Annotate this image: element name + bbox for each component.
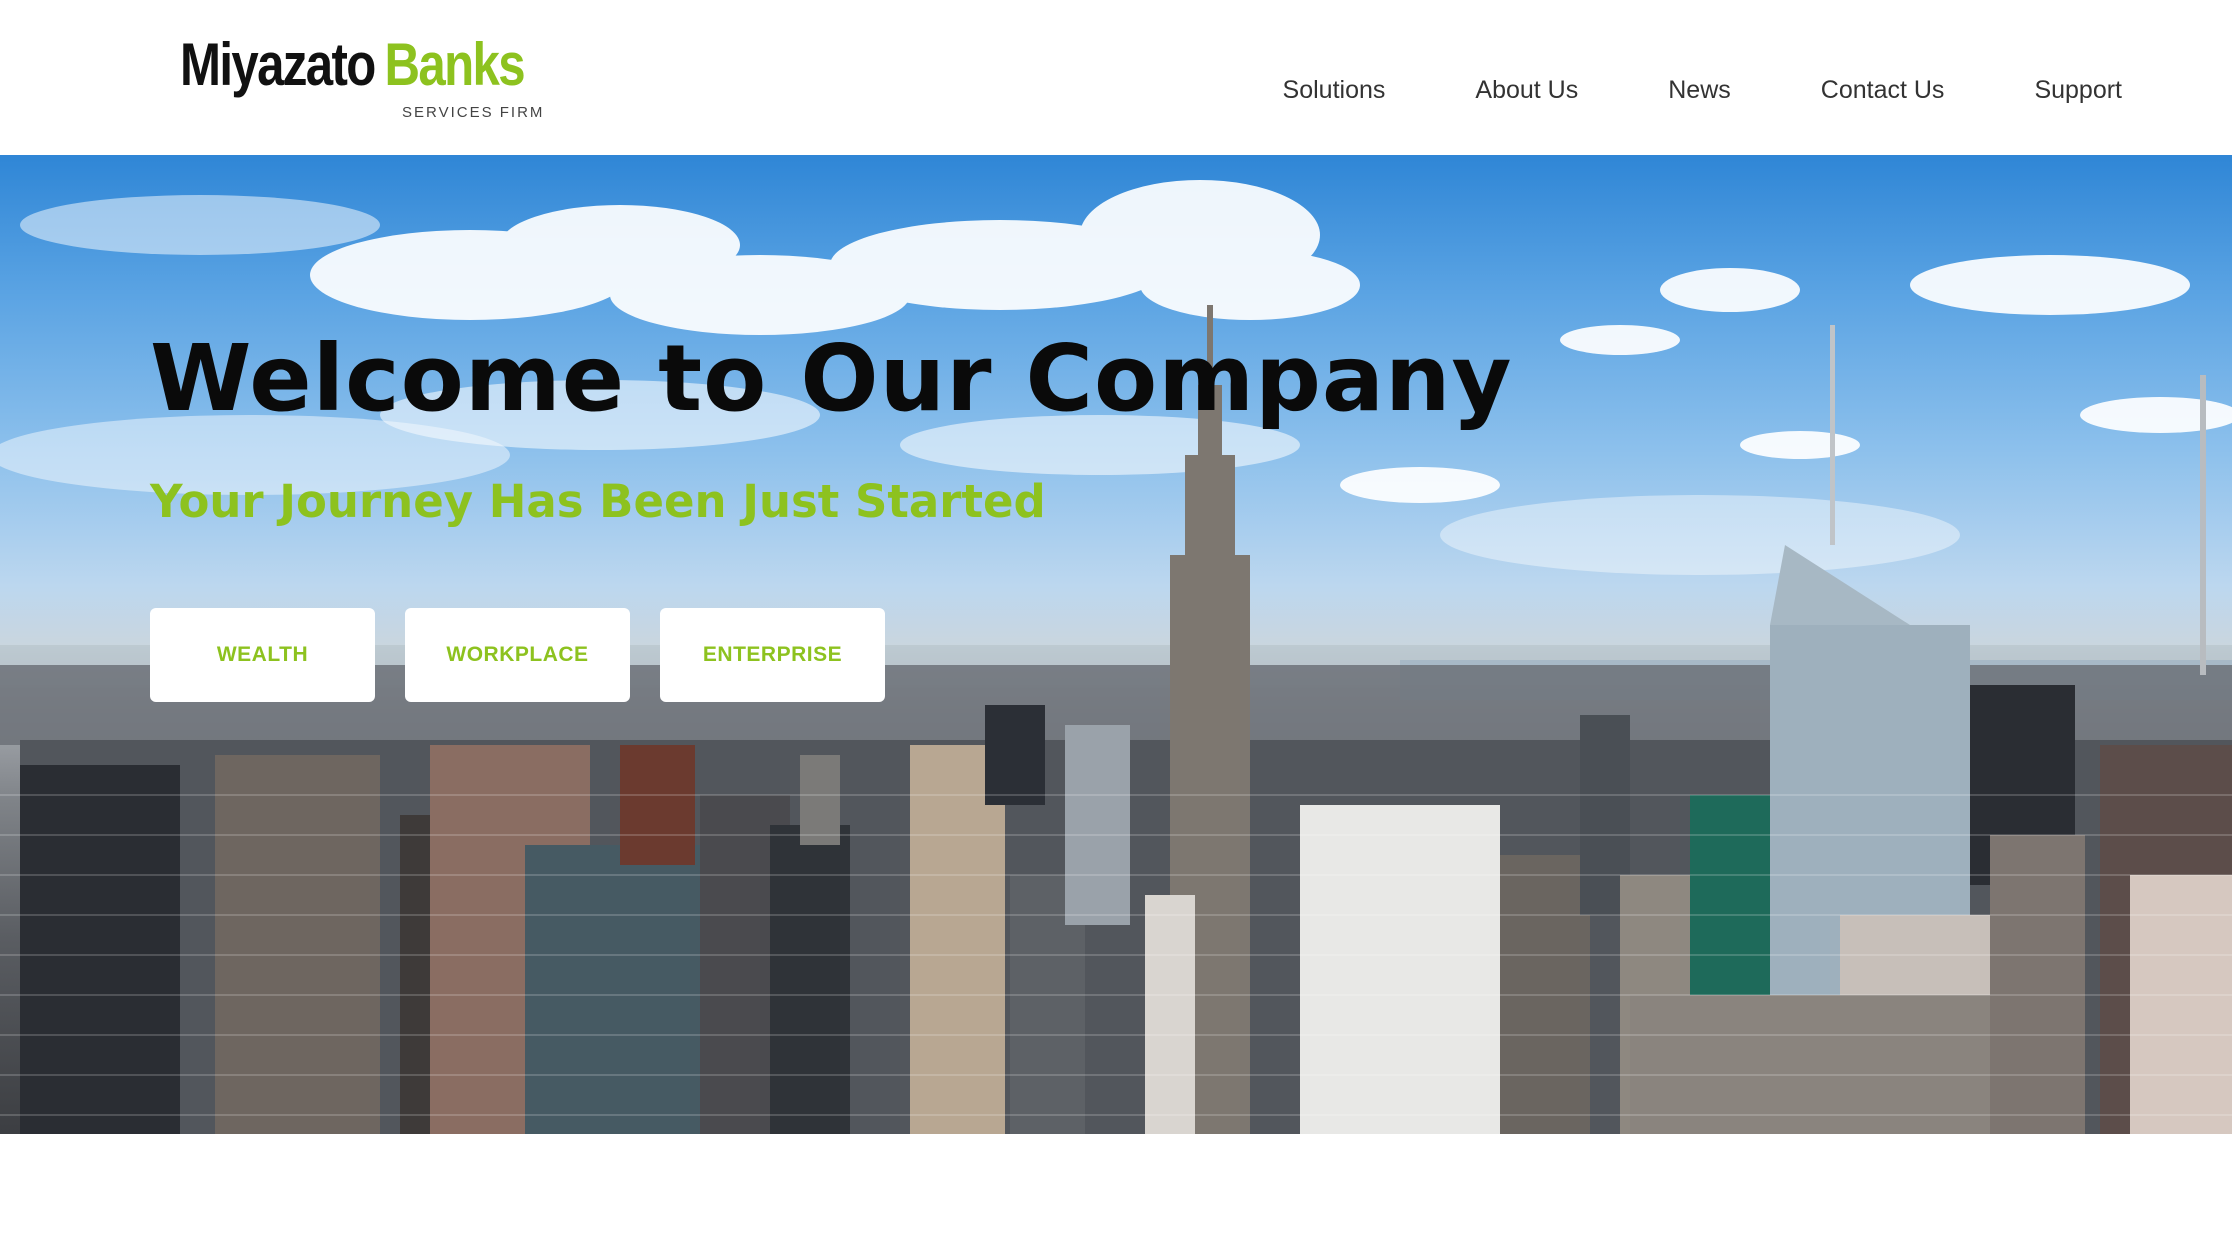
nav-item-about-us[interactable]: About Us [1385,70,1578,110]
brand-name: Miyazato Banks [180,30,526,100]
workplace-button[interactable]: WORKPLACE [405,608,630,702]
hero-title: Welcome to Our Company [150,325,1513,432]
nav-item-support[interactable]: Support [1944,70,2122,110]
site-header: Miyazato Banks SERVICES FIRM Solutions Ab… [0,0,2232,155]
hero-button-group: WEALTH WORKPLACE ENTERPRISE [150,608,885,702]
main-nav: Solutions About Us News Contact Us Suppo… [1283,70,2122,110]
nav-item-contact-us[interactable]: Contact Us [1731,70,1945,110]
brand-name-part1: Miyazato [180,31,376,98]
brand-tagline: SERVICES FIRM [402,104,545,121]
hero-subtitle: Your Journey Has Been Just Started [150,475,1046,528]
enterprise-button[interactable]: ENTERPRISE [660,608,885,702]
hero-banner: Welcome to Our Company Your Journey Has … [0,155,2232,1134]
brand-logo[interactable]: Miyazato Banks SERVICES FIRM [180,30,560,130]
wealth-button[interactable]: WEALTH [150,608,375,702]
nav-item-news[interactable]: News [1578,70,1731,110]
brand-name-part2: Banks [384,31,526,98]
nav-item-solutions[interactable]: Solutions [1283,70,1386,110]
